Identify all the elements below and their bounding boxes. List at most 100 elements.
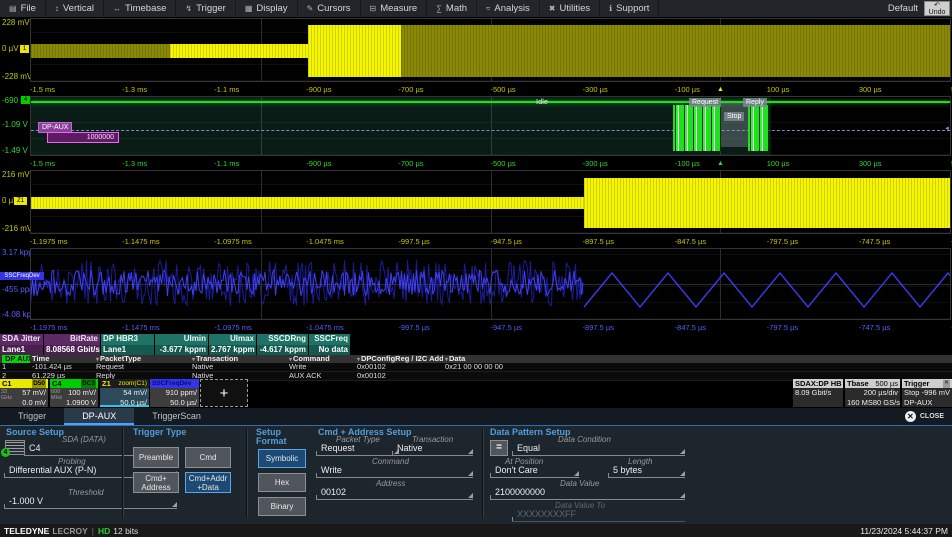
menu-timebase-label: Timebase — [125, 3, 166, 14]
aux-trigger-level-marker[interactable]: ◄ — [944, 126, 950, 132]
c4-bandwidth: 600 MHz — [51, 389, 64, 401]
menu-trigger[interactable]: ↯Trigger — [176, 0, 235, 17]
c1-trigger-position-marker[interactable]: ▲ — [717, 84, 724, 96]
cursors-icon: ✎ — [307, 4, 314, 13]
command-select[interactable]: Write — [316, 465, 473, 478]
aux-trigger-position-marker[interactable]: ▲ — [717, 158, 724, 170]
z1-source: zoom(C1) — [118, 379, 147, 388]
address-input[interactable]: 00102 — [316, 487, 473, 500]
close-label: CLOSE — [920, 413, 944, 420]
c1-trace-bright-thin — [170, 44, 308, 58]
decode-row-1[interactable]: 1 -101.424 µs Request Native Write 0x001… — [0, 363, 952, 372]
hbr3-col-uimax: UImax — [209, 334, 257, 345]
close-button[interactable]: ✕ CLOSE — [905, 408, 952, 425]
menu-vertical[interactable]: ↕Vertical — [46, 0, 104, 17]
z1-offset-marker[interactable]: Z1 — [14, 197, 27, 205]
c1-descriptor[interactable]: C1D50 33 GHz57 mV/0.0 mV — [0, 379, 48, 407]
menu-bar: ▤File ↕Vertical ↔Timebase ↯Trigger ▦Disp… — [0, 0, 952, 17]
ssc-tdiv: 50.0 µs/ — [150, 398, 197, 408]
menu-trigger-label: Trigger — [196, 3, 226, 14]
length-select[interactable]: 5 bytes — [608, 465, 685, 478]
symbolic-button[interactable]: Symbolic — [258, 449, 306, 468]
data-value-input[interactable]: 2100000000 — [490, 487, 685, 500]
menu-analysis[interactable]: ≈Analysis — [477, 0, 540, 17]
tab-dp-aux[interactable]: DP-AUX — [64, 408, 134, 425]
binary-button[interactable]: Binary — [258, 497, 306, 516]
jitter-lane: Lane1 — [0, 345, 44, 356]
z1-time-axis: -1.1975 ms-1.1475 ms-1.0975 ms-1.0475 ms… — [30, 235, 951, 248]
decode-col-transaction[interactable]: ▾Transaction — [190, 355, 287, 363]
aux-threshold-line[interactable] — [31, 130, 950, 131]
menu-display[interactable]: ▦Display — [236, 0, 298, 17]
hex-button[interactable]: Hex — [258, 473, 306, 492]
utilities-icon: ✖ — [549, 4, 556, 13]
z1-descriptor[interactable]: Z1zoom(C1) 54 mV/50.0 µs/ — [100, 379, 149, 407]
menu-measure-label: Measure — [380, 3, 417, 14]
menu-cursors-label: Cursors — [317, 3, 350, 14]
tbase-delay: 500 µs — [875, 379, 898, 388]
hbr3-col-sscfreq: SSCFreq — [309, 334, 351, 345]
file-icon: ▤ — [9, 4, 17, 13]
hbr3-uimin-value: -3.677 kppm — [155, 345, 209, 356]
decode-col-time[interactable]: Time — [30, 355, 94, 363]
z1-trace-wide — [584, 178, 950, 228]
menu-timebase[interactable]: ↔Timebase — [104, 0, 176, 17]
tab-trigger[interactable]: Trigger — [0, 408, 64, 425]
add-trace-button[interactable]: + — [200, 379, 248, 407]
menu-file[interactable]: ▤File — [0, 0, 46, 17]
channel-4-badge: 4 — [1, 448, 10, 457]
aux-plot: Idle Request Stop Reply DP-AUX 1000000 ◄ — [30, 96, 951, 156]
preamble-button[interactable]: Preamble — [133, 447, 179, 468]
c1-time-axis: -1.5 ms-1.3 ms-1.1 ms-900 µs-700 µs-500 … — [30, 83, 951, 96]
undo-button[interactable]: ↶Undo — [924, 1, 950, 16]
ssc-descriptor[interactable]: SSCFreqDev 910 ppm/50.0 µs/ — [150, 379, 199, 407]
decode-col-command[interactable]: ▾Command — [287, 355, 355, 363]
equals-icon[interactable]: = — [490, 440, 508, 456]
close-icon: ✕ — [905, 411, 916, 422]
c4-descriptor[interactable]: C4DC3 600 MHz100 mV/1.0900 V — [50, 379, 98, 407]
sdax-descriptor[interactable]: SDAX:DP HB 8.09 Gbit/s — [793, 379, 843, 407]
menu-math[interactable]: ∑ Math — [427, 0, 477, 17]
trigger-descriptor[interactable]: Trigger✕ Stop-996 mV DP-AUX — [902, 379, 952, 407]
menu-utilities[interactable]: ✖Utilities — [540, 0, 600, 17]
ssc-name: SSCFreqDev — [152, 379, 191, 388]
aux-request-burst — [673, 105, 721, 151]
packet-type-select[interactable]: Request — [316, 443, 399, 456]
ssc-time-axis: -1.1975 ms-1.1475 ms-1.0975 ms-1.0475 ms… — [30, 321, 951, 334]
data-value-to-input[interactable]: XXXXXXXXFF — [512, 509, 685, 522]
data-condition-select[interactable]: Equal — [512, 443, 685, 456]
threshold-input[interactable]: -1.000 V — [4, 496, 177, 509]
waveform-panel-aux: -690 mV -1.09 V -1.49 V 4 Idle Request S… — [0, 96, 952, 170]
hbr3-uimax-value: 2.767 kppm — [209, 345, 257, 356]
decode-col-packettype[interactable]: ▾PacketType — [94, 355, 190, 363]
c1-ymin-label: -228 mV — [2, 72, 32, 81]
decode-col-data[interactable]: ▾Data — [443, 355, 952, 363]
aux-offset-marker[interactable]: 4 — [21, 96, 30, 104]
brand-teledyne: TELEDYNE — [4, 526, 49, 536]
aux-bus-value-chip: 1000000 — [47, 132, 119, 143]
menu-display-label: Display — [256, 3, 287, 14]
cmd-button[interactable]: Cmd — [185, 447, 231, 468]
transaction-select[interactable]: Native — [392, 443, 473, 456]
cmd-address-button[interactable]: Cmd+Address — [133, 472, 179, 493]
math-icon: ∑ — [436, 4, 442, 13]
timebase-descriptor[interactable]: Tbase500 µs 200 µs/div 160 MS80 GS/s — [845, 379, 900, 407]
menu-measure[interactable]: ⊟Measure — [361, 0, 428, 17]
aux-idle-high-trace — [31, 101, 950, 103]
cmd-addr-data-button[interactable]: Cmd+Addr+Data — [185, 472, 231, 493]
c1-ymax-label: 228 mV — [2, 18, 30, 27]
aux-reply-chip: Reply — [743, 98, 767, 107]
decode-bus-chip[interactable]: DP AUX — [2, 355, 30, 363]
decode-col-address[interactable]: ▾DPConfigReg / I2C Address — [355, 355, 443, 363]
tab-triggerscan[interactable]: TriggerScan — [134, 408, 219, 425]
aux-decoded-region — [31, 97, 771, 155]
menu-cursors[interactable]: ✎Cursors — [298, 0, 361, 17]
aux-stop-chip: Stop — [724, 112, 744, 121]
sda-jitter-table: SDA Jitter BitRate Lane1 8.08568 Gbit/s — [0, 334, 101, 355]
menu-support[interactable]: ℹSupport — [600, 0, 659, 17]
menu-math-label: Math — [446, 3, 467, 14]
ssc-trace-label-chip[interactable]: SSCFreqDev — [0, 272, 44, 280]
c1-offset-marker[interactable]: 1 — [20, 45, 29, 53]
aux-stop-region — [721, 103, 748, 147]
at-position-select[interactable]: Don't Care — [490, 465, 579, 478]
